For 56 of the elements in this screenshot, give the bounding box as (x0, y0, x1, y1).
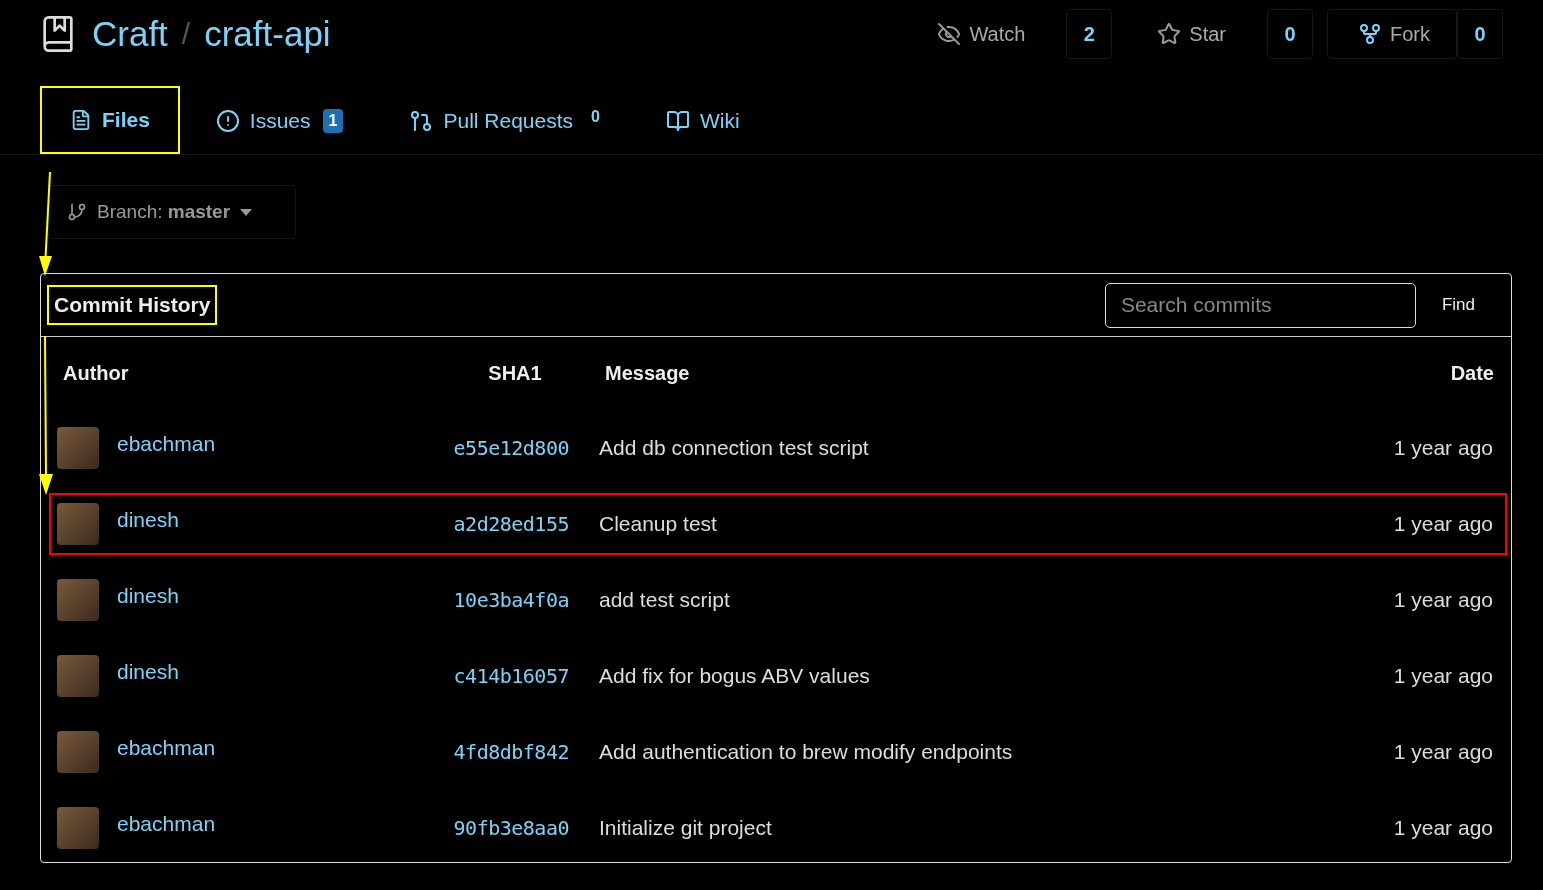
fork-icon (1358, 22, 1382, 46)
commit-sha-link[interactable]: 90fb3e8aa0 (449, 816, 569, 840)
commit-date: 1 year ago (1393, 512, 1493, 536)
caret-icon (240, 208, 253, 216)
column-header: Author (63, 361, 130, 385)
pull-request-icon (409, 109, 434, 133)
commit-message: Cleanup test (599, 512, 718, 536)
commit-message: Add fix for bogus ABV values (599, 664, 871, 688)
repo-name-link[interactable]: craft-api (204, 14, 331, 54)
author-link[interactable]: ebachman (117, 736, 216, 760)
star-count[interactable]: 0 (1267, 9, 1313, 59)
author-link[interactable]: dinesh (117, 660, 179, 684)
fork-button[interactable]: Fork (1327, 9, 1457, 59)
search-field[interactable]: Search commits (1104, 282, 1416, 328)
pull-request-count: 0 (591, 108, 600, 126)
commit-sha-link[interactable]: e55e12d800 (449, 436, 569, 460)
avatar-placeholder (57, 579, 99, 621)
path-separator: / (181, 17, 191, 51)
commit-sha-link[interactable]: a2d28ed155 (449, 512, 569, 536)
commit-sha-link[interactable]: 4fd8dbf842 (449, 740, 569, 764)
watch-count[interactable]: 2 (1066, 9, 1113, 59)
star-icon (1157, 22, 1182, 46)
document-icon (70, 109, 92, 131)
commit-message: add test script (599, 588, 731, 612)
commit-sha-link[interactable]: 10e3ba4f0a (449, 588, 569, 612)
branch-icon (67, 202, 87, 222)
book-icon (665, 109, 690, 133)
author-link[interactable]: ebachman (117, 812, 216, 836)
branch-dropdown[interactable]: Branch: master (48, 185, 296, 239)
author-link[interactable]: dinesh (117, 508, 179, 532)
avatar-placeholder (57, 807, 99, 849)
commit-message: Add authentication to brew modify endpoints (599, 740, 1014, 764)
avatar-placeholder (57, 427, 99, 469)
author-link[interactable]: ebachman (117, 432, 216, 456)
commit-date: 1 year ago (1393, 588, 1493, 612)
eye-slash-icon (937, 22, 962, 46)
column-header: Message (605, 361, 691, 385)
issue-count-badge: 1 (322, 109, 344, 133)
alert-circle-icon (215, 109, 240, 133)
panel-title: Commit History (47, 285, 218, 325)
commit-sha-link[interactable]: c414b16057 (449, 664, 569, 688)
commit-message: Initialize git project (599, 816, 773, 840)
tab[interactable]: Files (40, 86, 180, 154)
commit-date: 1 year ago (1393, 664, 1493, 688)
author-link[interactable]: dinesh (117, 584, 179, 608)
commit-message: Add db connection test script (599, 436, 870, 460)
commit-date: 1 year ago (1393, 436, 1493, 460)
commit-date: 1 year ago (1393, 740, 1493, 764)
avatar-placeholder (57, 731, 99, 773)
owner-link[interactable]: Craft (92, 14, 168, 54)
fork-count[interactable]: 0 (1457, 9, 1503, 59)
column-header: SHA1 (487, 361, 543, 385)
column-header: Date (1450, 361, 1494, 385)
commit-date: 1 year ago (1393, 816, 1493, 840)
avatar-placeholder (57, 503, 99, 545)
avatar-placeholder (57, 655, 99, 697)
